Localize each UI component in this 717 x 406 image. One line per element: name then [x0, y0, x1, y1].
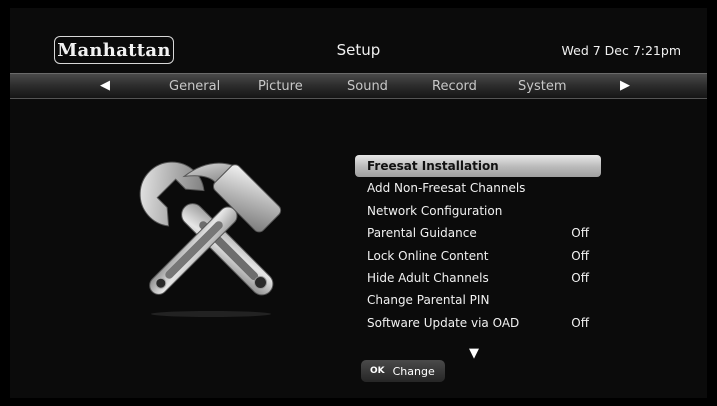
menu-item-add-non-freesat-channels[interactable]: Add Non-Freesat Channels: [355, 177, 601, 199]
menu-item-label: Parental Guidance: [367, 226, 477, 241]
menu-item-network-configuration[interactable]: Network Configuration: [355, 200, 601, 222]
scroll-down-arrow-icon[interactable]: ▼: [469, 346, 479, 361]
menu-item-change-parental-pin[interactable]: Change Parental PIN: [355, 289, 601, 311]
tab-system[interactable]: System: [518, 79, 566, 94]
ok-change-button[interactable]: OK Change: [361, 360, 445, 382]
tab-record[interactable]: Record: [432, 79, 477, 94]
menu-item-label: Add Non-Freesat Channels: [367, 181, 526, 196]
hammer-and-wrench-icon: [139, 161, 282, 317]
menu-item-value: Off: [571, 248, 589, 263]
tab-right-arrow-icon[interactable]: ▶: [620, 78, 630, 93]
tab-sound[interactable]: Sound: [347, 79, 388, 94]
menu-item-hide-adult-channels[interactable]: Hide Adult Channels Off: [355, 267, 601, 289]
menu-item-label: Software Update via OAD: [367, 315, 520, 330]
ok-action-label: Change: [392, 364, 435, 378]
ok-key-label: OK: [370, 366, 385, 376]
menu-item-label: Change Parental PIN: [367, 293, 490, 308]
menu-item-value: Off: [571, 315, 589, 330]
menu-item-parental-guidance[interactable]: Parental Guidance Off: [355, 222, 601, 244]
date-time: Wed 7 Dec 7:21pm: [561, 43, 682, 58]
menu-item-label: Hide Adult Channels: [367, 270, 489, 285]
menu-item-label: Lock Online Content: [367, 248, 489, 263]
tab-general[interactable]: General: [169, 79, 220, 94]
setup-menu: Freesat Installation Add Non-Freesat Cha…: [355, 155, 601, 334]
menu-item-lock-online-content[interactable]: Lock Online Content Off: [355, 245, 601, 267]
tab-picture[interactable]: Picture: [258, 79, 303, 94]
menu-item-software-update-via-oad[interactable]: Software Update via OAD Off: [355, 312, 601, 334]
menu-item-freesat-installation[interactable]: Freesat Installation: [355, 155, 601, 178]
menu-item-value: Off: [571, 226, 589, 241]
setup-screen: Manhattan Setup Wed 7 Dec 7:21pm ◀ Gener…: [10, 8, 707, 398]
tab-bar: ◀ General Picture Sound Record System ▶: [10, 73, 707, 99]
menu-item-value: Off: [571, 270, 589, 285]
menu-item-label: Network Configuration: [367, 203, 503, 218]
menu-item-label: Freesat Installation: [367, 159, 499, 173]
tab-left-arrow-icon[interactable]: ◀: [100, 78, 110, 93]
